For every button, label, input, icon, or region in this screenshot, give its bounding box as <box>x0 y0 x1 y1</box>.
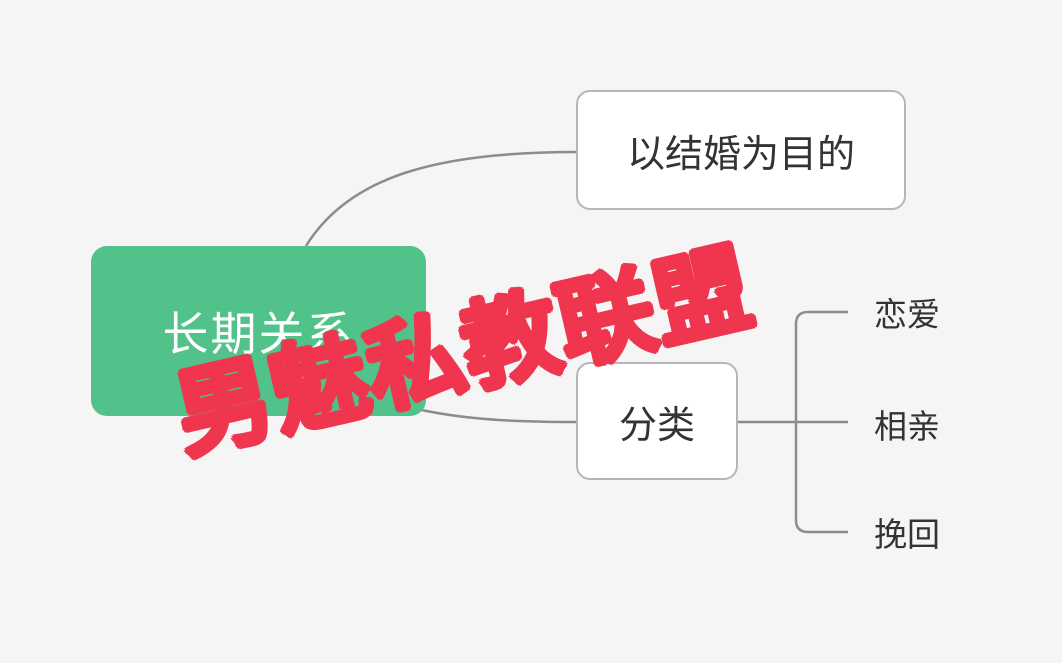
leaf-node-recovery[interactable]: 挽回 <box>874 508 940 556</box>
mindmap-canvas: 长期关系 以结婚为目的 分类 恋爱 相亲 挽回 男魅私教联盟 <box>0 0 1062 663</box>
leaf-node-blind-date[interactable]: 相亲 <box>874 400 940 448</box>
branch-node-marriage-label: 以结婚为目的 <box>626 131 855 176</box>
branch-node-category-label: 分类 <box>618 402 695 447</box>
branch-node-marriage[interactable]: 以结婚为目的 <box>576 90 906 210</box>
leaf-node-dating[interactable]: 恋爱 <box>874 288 940 336</box>
connector-root-to-marriage <box>304 150 577 247</box>
